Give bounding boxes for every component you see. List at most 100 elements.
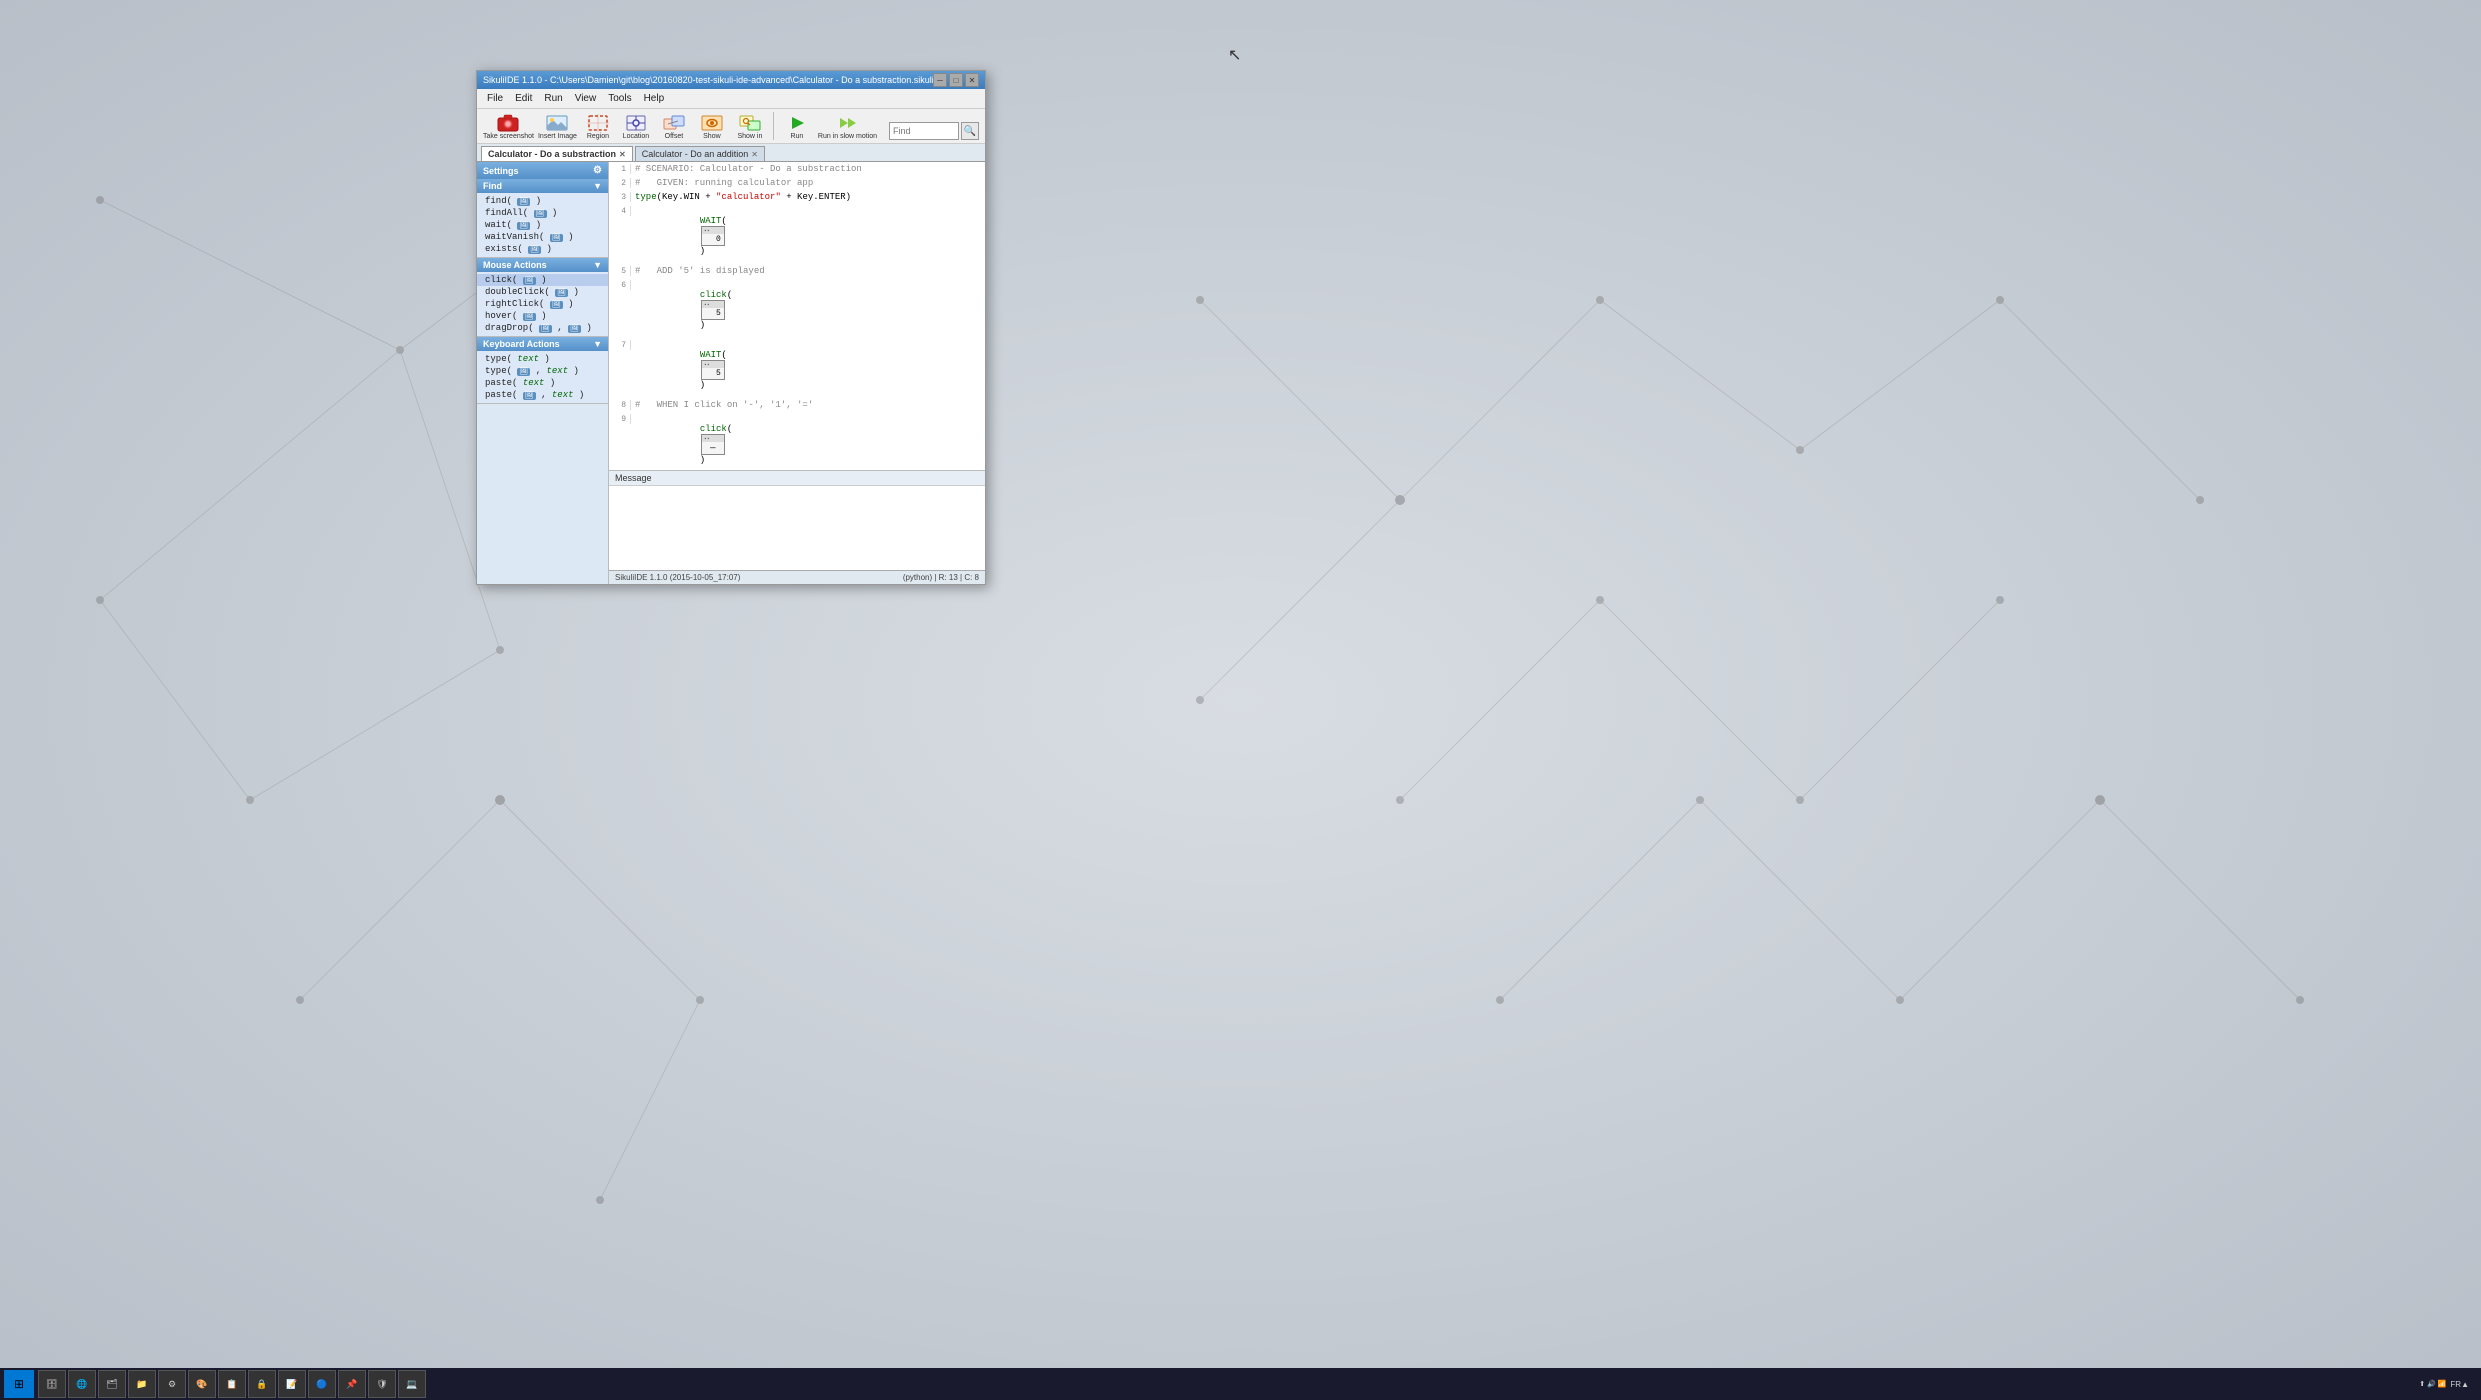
toolbar: Take screenshot Insert Image Region [477,109,985,144]
sidebar: Settings ⚙ Find ▼ find( 🖼 ) findAll( 🖼 ) [477,162,609,584]
rightclick-item[interactable]: rightClick( 🖼 ) [477,298,608,310]
keyboard-section-toggle[interactable]: ▼ [593,339,602,349]
type-img-text-item[interactable]: type( 🖼 , text ) [477,365,608,377]
taskbar-app-10[interactable]: 🔵 [308,1370,336,1398]
type-img-badge: 🖼 [517,368,530,376]
type-text-item[interactable]: type( text ) [477,353,608,365]
close-button[interactable]: ✕ [965,73,979,87]
find-section-content: find( 🖼 ) findAll( 🖼 ) wait( 🖼 ) waitVan… [477,193,608,257]
wait-img-badge: 🖼 [517,222,530,230]
message-body[interactable] [609,486,985,565]
paste-text-item[interactable]: paste( text ) [477,377,608,389]
waitvanish-item[interactable]: waitVanish( 🖼 ) [477,231,608,243]
take-screenshot-button[interactable]: Take screenshot [483,113,534,140]
run-slow-button[interactable]: Run in slow motion [818,113,877,140]
offset-button[interactable]: Offset [657,113,691,140]
dragdrop-img-badge2: 🖼 [568,325,581,333]
wait-item[interactable]: wait( 🖼 ) [477,219,608,231]
doubleclick-item[interactable]: doubleClick( 🖼 ) [477,286,608,298]
settings-header: Settings ⚙ [477,162,608,179]
menu-file[interactable]: File [481,91,509,106]
region-icon [586,113,610,133]
show-button[interactable]: Show [695,113,729,140]
tab-substraction[interactable]: Calculator - Do a substraction ✕ [481,146,633,161]
tab-substraction-label: Calculator - Do a substraction [488,149,616,159]
location-icon [624,113,648,133]
type-text-label: text [517,354,539,364]
tab-addition-label: Calculator - Do an addition [642,149,749,159]
minimize-button[interactable]: ─ [933,73,947,87]
message-header: Message [609,471,985,486]
code-area[interactable]: 1 # SCENARIO: Calculator - Do a substrac… [609,162,985,470]
click-item[interactable]: click( 🖼 ) [477,274,608,286]
status-right: (python) | R: 13 | C: 8 [903,573,979,582]
taskbar-app-5[interactable]: ⚙ [158,1370,186,1398]
menu-edit[interactable]: Edit [509,91,538,106]
tab-addition-close[interactable]: ✕ [751,150,758,159]
keyboard-section-header[interactable]: Keyboard Actions ▼ [477,337,608,351]
hover-item[interactable]: hover( 🖼 ) [477,310,608,322]
click-preview-9: ▪▪ — [701,434,725,455]
find-item[interactable]: find( 🖼 ) [477,195,608,207]
taskbar-app-13[interactable]: 💻 [398,1370,426,1398]
dragdrop-item[interactable]: dragDrop( 🖼 , 🖼 ) [477,322,608,334]
find-section-header[interactable]: Find ▼ [477,179,608,193]
run-slow-icon [835,113,859,133]
menu-tools[interactable]: Tools [602,91,637,106]
dragdrop-img-badge1: 🖼 [539,325,552,333]
code-line-3: 3 type(Key.WIN + "calculator" + Key.ENTE… [609,192,985,206]
mouse-section-header[interactable]: Mouse Actions ▼ [477,258,608,272]
location-label: Location [623,133,649,140]
run-button[interactable]: Run [780,113,814,140]
maximize-button[interactable]: □ [949,73,963,87]
insert-image-label: Insert Image [538,133,577,140]
taskbar-app-8[interactable]: 🔒 [248,1370,276,1398]
taskbar-app-2[interactable]: 🌐 [68,1370,96,1398]
code-line-5: 5 # ADD '5' is displayed [609,266,985,280]
message-label: Message [615,473,652,483]
code-line-2: 2 # GIVEN: running calculator app [609,178,985,192]
start-button[interactable]: ⊞ [4,1370,34,1398]
type-img-text-label: text [547,366,569,376]
find-img-badge: 🖼 [517,198,530,206]
region-label: Region [587,133,609,140]
find-button[interactable]: 🔍 [961,122,979,140]
taskbar-app-9[interactable]: 📝 [278,1370,306,1398]
location-button[interactable]: Location [619,113,653,140]
insert-image-button[interactable]: Insert Image [538,113,577,140]
camera-icon [496,113,520,133]
settings-icon[interactable]: ⚙ [593,165,602,176]
menu-bar: File Edit Run View Tools Help [477,89,985,109]
taskbar-app-1[interactable]: 🗄 [38,1370,66,1398]
region-button[interactable]: Region [581,113,615,140]
offset-label: Offset [665,133,684,140]
exists-item[interactable]: exists( 🖼 ) [477,243,608,255]
mouse-section-toggle[interactable]: ▼ [593,260,602,270]
window-title: SikuliIDE 1.1.0 - C:\Users\Damien\git\bl… [483,75,933,85]
find-section-toggle[interactable]: ▼ [593,181,602,191]
taskbar-app-3[interactable]: 🗂 [98,1370,126,1398]
offset-icon [662,113,686,133]
code-line-1: 1 # SCENARIO: Calculator - Do a substrac… [609,164,985,178]
wait-preview-7: ▪▪ 5 [701,360,725,380]
window-controls: ─ □ ✕ [933,73,979,87]
taskbar-app-11[interactable]: 📌 [338,1370,366,1398]
find-input[interactable] [889,122,959,140]
menu-view[interactable]: View [569,91,603,106]
tab-addition[interactable]: Calculator - Do an addition ✕ [635,146,765,161]
menu-run[interactable]: Run [538,91,568,106]
taskbar: ⊞ 🗄 🌐 🗂 📁 ⚙ 🎨 📋 🔒 📝 🔵 📌 🛡 💻 ⬆ 🔊 📶 FR▲ [0,1368,2481,1400]
taskbar-app-12[interactable]: 🛡 [368,1370,396,1398]
show-in-button[interactable]: Show in [733,113,767,140]
taskbar-app-7[interactable]: 📋 [218,1370,246,1398]
paste-img-text-item[interactable]: paste( 🖼 , text ) [477,389,608,401]
taskbar-app-6[interactable]: 🎨 [188,1370,216,1398]
findall-item[interactable]: findAll( 🖼 ) [477,207,608,219]
settings-label: Settings [483,166,519,176]
menu-help[interactable]: Help [638,91,671,106]
tab-substraction-close[interactable]: ✕ [619,150,626,159]
taskbar-app-4[interactable]: 📁 [128,1370,156,1398]
background [0,0,2481,1400]
paste-img-badge: 🖼 [523,392,536,400]
paste-text-label: text [523,378,545,388]
